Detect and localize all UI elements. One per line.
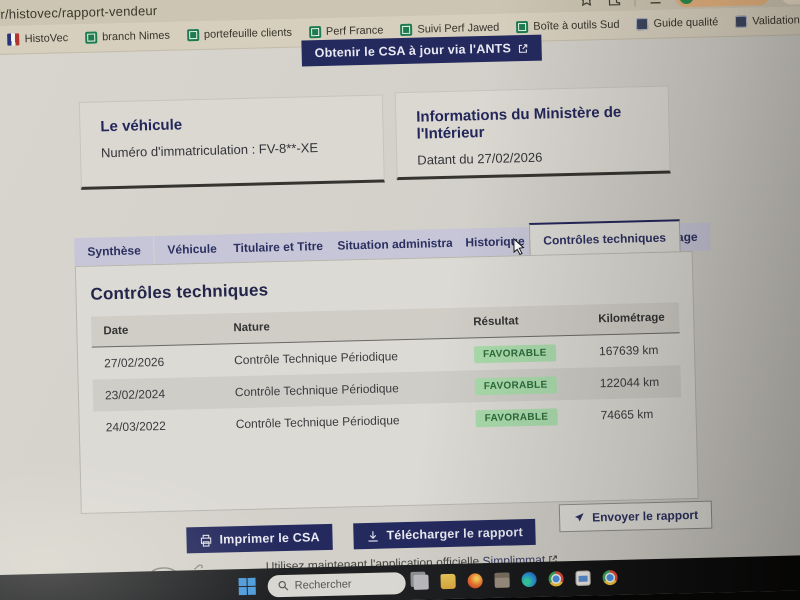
sheets-icon xyxy=(516,20,529,34)
header-date: Date xyxy=(103,324,129,338)
ministry-card-date: Datant du 27/02/2026 xyxy=(417,149,543,168)
tab-controles-techniques[interactable]: Contrôles techniques xyxy=(528,219,681,255)
cell-nature: Contrôle Technique Périodique xyxy=(235,413,400,432)
status-badge: FAVORABLE xyxy=(473,343,556,363)
section-title: Contrôles techniques xyxy=(90,280,269,304)
browser-profile-chip[interactable]: Professionnel xyxy=(674,0,770,8)
ministry-card-title: Informations du Ministère de l'Intérieur xyxy=(416,103,622,143)
cell-nature: Contrôle Technique Périodique xyxy=(233,349,399,368)
grid-app-icon xyxy=(636,17,649,31)
bookmark-guide-qualite[interactable]: Guide qualité xyxy=(636,16,718,31)
cell-date: 23/02/2024 xyxy=(104,386,166,403)
taskbar-icons xyxy=(410,569,618,590)
tab-synthese[interactable]: Synthèse xyxy=(74,236,155,267)
controles-techniques-panel: Contrôles techniques Date Nature Résulta… xyxy=(74,250,699,514)
archive-app-icon[interactable] xyxy=(494,572,510,588)
cell-date: 24/03/2022 xyxy=(105,418,166,435)
grid-app-icon xyxy=(735,15,748,28)
vehicle-card-title: Le véhicule xyxy=(100,116,183,136)
cell-date: 27/02/2026 xyxy=(104,354,165,371)
bookmark-validations-qualite[interactable]: Validations Qualité... xyxy=(735,13,800,28)
vehicle-card: Le véhicule Numéro d'immatriculation : F… xyxy=(78,94,385,190)
registration-number: Numéro d'immatriculation : FV-8**-XE xyxy=(100,140,319,161)
chrome-2-icon[interactable] xyxy=(602,569,618,586)
monitor-photo: fr/histovec/rapport-vendeur Professionne… xyxy=(0,0,800,600)
mail-app-icon[interactable] xyxy=(575,570,591,586)
ants-csa-button[interactable]: Obtenir le CSA à jour via l'ANTS xyxy=(301,34,543,67)
bookmark-portefeuille-clients[interactable]: portefeuille clients xyxy=(186,27,292,42)
download-icon xyxy=(368,530,378,542)
cell-km: 167639 km xyxy=(598,342,659,359)
profile-avatar xyxy=(678,0,694,5)
header-resultat: Résultat xyxy=(473,315,519,329)
cell-nature: Contrôle Technique Périodique xyxy=(234,381,399,400)
bookmark-branch-nimes[interactable]: branch Nimes xyxy=(84,30,170,44)
address-bar[interactable]: fr/histovec/rapport-vendeur xyxy=(0,3,158,22)
taskbar-search-input[interactable]: Rechercher xyxy=(267,571,406,597)
bookmark-perf-france[interactable]: Perf France xyxy=(308,24,384,39)
header-kilometrage: Kilométrage xyxy=(598,311,665,326)
sheets-icon xyxy=(186,28,200,42)
send-icon xyxy=(574,513,584,522)
screen: fr/histovec/rapport-vendeur Professionne… xyxy=(0,0,800,600)
tab-vehicule[interactable]: Véhicule xyxy=(154,234,231,265)
sheets-icon xyxy=(400,23,413,37)
bookmark-suivi-perf-jawed[interactable]: Suivi Perf Jawed xyxy=(400,22,499,37)
task-view-icon[interactable] xyxy=(413,574,429,590)
send-report-button[interactable]: Envoyer le rapport xyxy=(558,500,713,533)
status-badge: FAVORABLE xyxy=(475,407,558,427)
french-flag-icon xyxy=(7,33,20,46)
download-report-button[interactable]: Télécharger le rapport xyxy=(353,518,537,550)
chrome-icon[interactable] xyxy=(548,571,564,587)
search-icon xyxy=(278,580,289,591)
cell-km: 74665 km xyxy=(600,406,654,423)
tab-titulaire-et-titre[interactable]: Titulaire et Titre xyxy=(220,231,337,263)
printer-icon xyxy=(200,534,212,547)
firefox-icon[interactable] xyxy=(467,573,483,589)
bookmark-histovec[interactable]: HistoVec xyxy=(7,32,69,46)
status-badge: FAVORABLE xyxy=(474,375,557,395)
sheets-icon xyxy=(308,25,322,39)
edge-icon[interactable] xyxy=(521,571,537,588)
sheets-icon xyxy=(84,31,98,44)
mouse-cursor-icon xyxy=(512,237,525,256)
downloads-icon[interactable] xyxy=(647,0,663,6)
bookmark-star-icon[interactable] xyxy=(578,0,594,8)
secondary-profile-chip[interactable]: No xyxy=(781,0,800,5)
ministry-card: Informations du Ministère de l'Intérieur… xyxy=(394,85,671,181)
histovec-page: Obtenir le CSA à jour via l'ANTS Le véhi… xyxy=(0,33,800,583)
file-explorer-icon[interactable] xyxy=(440,573,456,590)
chrome-separator xyxy=(633,0,636,7)
cell-km: 122044 km xyxy=(599,374,660,391)
profile-label: Professionnel xyxy=(699,0,760,2)
print-csa-button[interactable]: Imprimer le CSA xyxy=(186,523,334,554)
bookmark-boite-a-outils[interactable]: Boîte à outils Sud xyxy=(516,19,620,34)
header-nature: Nature xyxy=(233,321,270,335)
extension-icon[interactable] xyxy=(606,0,622,7)
windows-start-icon[interactable] xyxy=(238,577,256,596)
inspections-table: Date Nature Résultat Kilométrage 27/02/2… xyxy=(91,302,682,443)
external-link-icon xyxy=(519,43,528,53)
